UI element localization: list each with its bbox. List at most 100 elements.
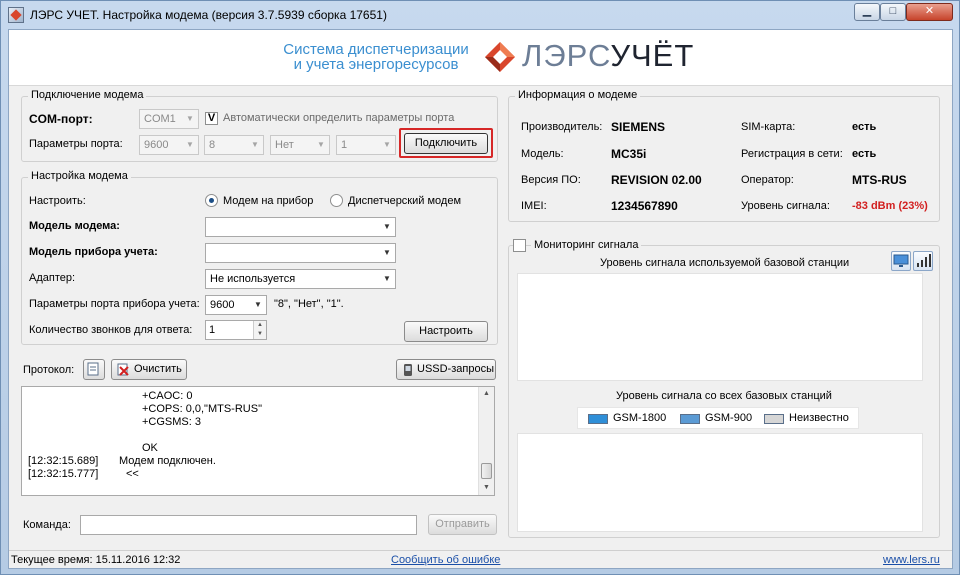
signal-label: Уровень сигнала: [741,200,830,212]
scroll-down-icon[interactable]: ▼ [479,481,494,495]
chevron-down-icon: ▼ [251,140,259,149]
monitoring-checkbox-label: Мониторинг сигнала [531,239,642,251]
firmware-value: REVISION 02.00 [611,173,702,187]
radio-modem-device[interactable] [205,194,218,207]
model-label: Модель: [521,148,564,160]
title-bar[interactable]: ЛЭРС УЧЕТ. Настройка модема (версия 3.7.… [1,1,959,29]
legend: GSM-1800 GSM-900 Неизвестно [577,407,859,429]
firmware-label: Версия ПО: [521,174,581,186]
stepper-arrows-icon[interactable]: ▲ ▼ [253,321,266,339]
signal-view-button[interactable] [913,251,933,271]
connect-button[interactable]: Подключить [404,133,488,154]
legend-label-gsm1800: GSM-1800 [613,412,667,424]
tagline-line-2: и учета энергоресурсов [293,56,459,73]
legend-swatch-gsm900 [680,414,700,424]
stop-bits-value: 1 [341,139,348,151]
data-bits-combo[interactable]: 8 ▼ [204,135,264,155]
adapter-value: Не используется [210,273,296,285]
clear-log-label: Очистить [134,363,182,375]
legend-swatch-gsm1800 [588,414,608,424]
rings-stepper[interactable]: 1 ▲ ▼ [205,320,267,340]
rings-value: 1 [209,324,216,336]
configure-label: Настроить: [29,195,86,207]
port-params-label: Параметры порта: [29,138,123,150]
adapter-combo[interactable]: Не используется ▼ [205,269,396,289]
monitoring-checkbox[interactable] [513,239,526,252]
log-time: [12:32:15.689] [28,455,99,467]
scroll-thumb[interactable] [481,463,492,479]
close-button[interactable]: ✕ [906,3,953,21]
current-time: Текущее время: 15.11.2016 12:32 [11,554,181,566]
current-station-chart [517,273,923,381]
client-area: Система диспетчеризации и учета энергоре… [8,29,953,569]
com-port-value: COM1 [144,113,176,125]
monitor-view-button[interactable] [891,251,911,271]
parity-combo[interactable]: Нет ▼ [270,135,330,155]
app-icon[interactable] [8,7,24,23]
protocol-log[interactable]: +CAOC: 0 +COPS: 0,0,"MTS-RUS" +CGSMS: 3 … [21,386,495,496]
minimize-button[interactable]: ▁ [854,3,880,21]
chart1-title: Уровень сигнала используемой базовой ста… [600,257,850,269]
rings-label: Количество звонков для ответа: [29,324,193,336]
copy-log-button[interactable] [83,359,105,380]
configure-button[interactable]: Настроить [404,321,488,342]
parity-value: Нет [275,139,294,151]
operator-value: MTS-RUS [852,173,907,187]
auto-detect-label: Автоматически определить параметры порта [223,112,455,124]
app-window: ЛЭРС УЧЕТ. Настройка модема (версия 3.7.… [0,0,960,575]
meter-port-value: 9600 [210,299,235,311]
meter-model-label: Модель прибора учета: [29,246,158,258]
ussd-button[interactable]: USSD-запросы [396,359,496,380]
legend-label-unknown: Неизвестно [789,412,849,424]
meter-port-combo[interactable]: 9600 ▼ [205,295,267,315]
baud-rate-combo[interactable]: 9600 ▼ [139,135,199,155]
stop-bits-combo[interactable]: 1 ▼ [336,135,396,155]
radio-dispatch-modem-label: Диспетчерский модем [348,195,462,207]
logo-diamond-icon [485,42,515,72]
log-text: +CAOC: 0 [142,390,193,402]
log-time: [12:32:15.777] [28,468,99,480]
modem-model-combo[interactable]: ▼ [205,217,396,237]
imei-value: 1234567890 [611,199,678,213]
modem-setup-group-title: Настройка модема [28,170,131,182]
ussd-label: USSD-запросы [417,363,494,375]
command-label: Команда: [23,519,71,531]
sim-value: есть [852,121,877,133]
tagline-line-1: Система диспетчеризации [283,41,469,58]
meter-port-label: Параметры порта прибора учета: [29,298,200,310]
scroll-up-icon[interactable]: ▲ [479,387,494,401]
meter-model-combo[interactable]: ▼ [205,243,396,263]
chevron-down-icon: ▼ [317,140,325,149]
chevron-down-icon: ▼ [186,114,194,123]
registration-value: есть [852,148,877,160]
log-text: +COPS: 0,0,"MTS-RUS" [142,403,262,415]
log-text: Модем подключен. [119,455,216,467]
report-error-link[interactable]: Сообщить об ошибке [391,554,500,566]
registration-label: Регистрация в сети: [741,148,843,160]
legend-swatch-unknown [764,414,784,424]
logo-part-b: УЧЁТ [610,38,695,73]
log-text: +CGSMS: 3 [142,416,201,428]
website-link[interactable]: www.lers.ru [883,554,940,566]
chevron-down-icon: ▼ [383,248,391,257]
logo-part-a: ЛЭРС [522,38,611,73]
phone-icon [404,364,412,376]
clear-log-button[interactable]: Очистить [111,359,187,380]
maximize-button[interactable]: □ [880,3,906,21]
sim-label: SIM-карта: [741,121,796,133]
meter-port-hint: "8", "Нет", "1". [274,298,344,310]
chevron-down-icon: ▼ [186,140,194,149]
send-button[interactable]: Отправить [428,514,497,535]
chevron-down-icon: ▼ [383,274,391,283]
radio-dispatch-modem[interactable] [330,194,343,207]
signal-value: -83 dBm (23%) [852,200,928,212]
model-value: MC35i [611,147,647,161]
auto-detect-checkbox[interactable]: V [205,112,218,125]
modem-info-group-title: Информация о модеме [515,89,641,101]
operator-label: Оператор: [741,174,794,186]
com-port-combo[interactable]: COM1 ▼ [139,109,199,129]
log-scrollbar[interactable]: ▲ ▼ [478,387,494,495]
chevron-down-icon: ▼ [383,222,391,231]
chart2-title: Уровень сигнала со всех базовых станций [616,390,832,402]
command-input[interactable] [80,515,417,535]
